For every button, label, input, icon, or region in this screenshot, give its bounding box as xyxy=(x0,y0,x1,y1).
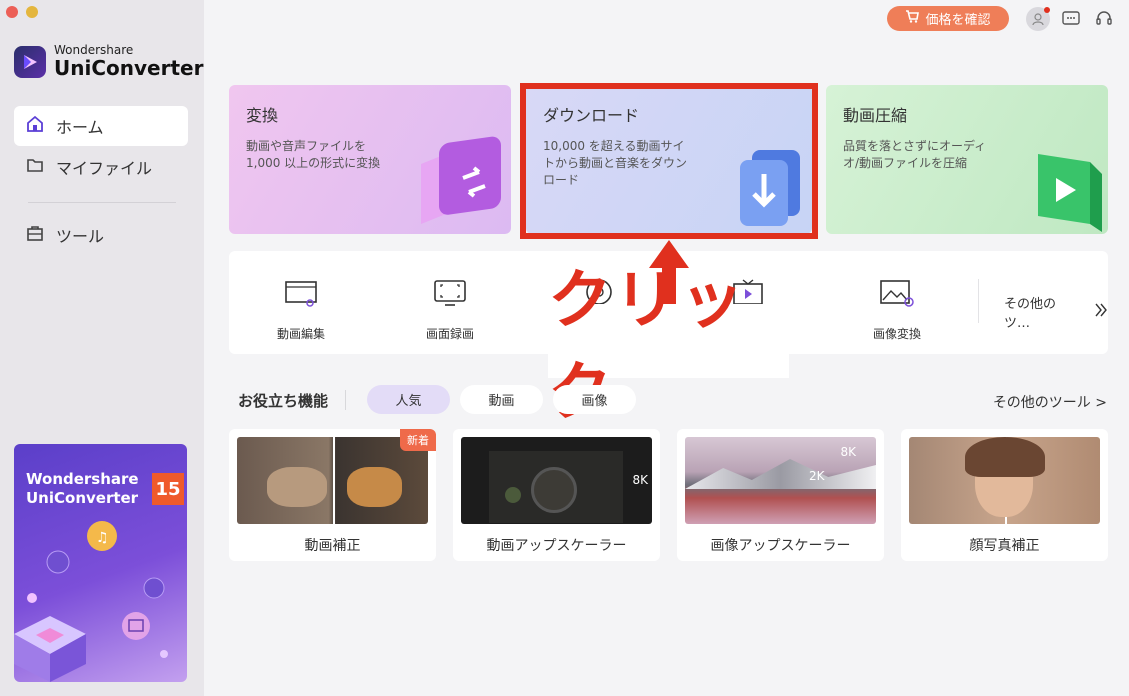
video-enhance-thumbnail xyxy=(237,437,428,524)
video-edit-icon xyxy=(251,273,351,313)
click-annotation: クリック xyxy=(548,264,789,430)
tile-label: 顔写真補正 xyxy=(969,538,1040,554)
card-title: 動画圧縮 xyxy=(843,106,908,125)
upgrade-promo-banner[interactable]: Wondershare UniConverter 15 ♫ xyxy=(14,444,187,682)
headset-icon[interactable] xyxy=(1092,7,1116,31)
sidebar-item-label: マイファイル xyxy=(56,159,153,178)
convert-icon xyxy=(421,136,501,224)
tab-video[interactable]: 動画 xyxy=(460,385,543,414)
tab-image[interactable]: 画像 xyxy=(553,385,636,414)
version-badge: 15 xyxy=(152,473,184,505)
tile-face-enhance[interactable]: 顔写真補正 xyxy=(901,429,1108,561)
tool-screen-record[interactable]: 画面録画 xyxy=(400,273,500,342)
convert-card[interactable]: 変換 動画や音声ファイルを 1,000 以上の形式に変換 xyxy=(229,85,511,234)
promo-illustration: ♫ xyxy=(14,521,168,682)
card-description: 動画や音声ファイルを 1,000 以上の形式に変換 xyxy=(246,139,381,170)
new-badge: 新着 xyxy=(400,429,436,451)
sidebar-item-my-files[interactable]: マイファイル xyxy=(14,147,188,187)
card-description: 品質を落とさずにオーディ オ/動画ファイルを圧縮 xyxy=(843,139,987,170)
resolution-label: 8K xyxy=(632,473,648,487)
face-enhance-thumbnail xyxy=(909,437,1100,524)
tool-label: 画像変換 xyxy=(872,327,921,341)
window-controls xyxy=(6,6,38,18)
sidebar: Wondershare UniConverter ホーム マイファイル ツール … xyxy=(0,0,204,696)
section-divider xyxy=(345,390,346,410)
tile-image-upscaler[interactable]: 8K 2K 画像アップスケーラー xyxy=(677,429,884,561)
price-button-label: 価格を確認 xyxy=(925,13,991,28)
tools-divider xyxy=(978,279,979,323)
card-title: 変換 xyxy=(246,106,279,125)
tab-popular[interactable]: 人気 xyxy=(367,385,450,414)
toolbox-icon xyxy=(26,224,44,246)
more-tools-label: その他のツ… xyxy=(1004,297,1057,331)
screen-record-icon xyxy=(400,273,500,313)
notification-dot xyxy=(1044,7,1050,13)
svg-text:♫: ♫ xyxy=(96,530,109,546)
minimize-window-button[interactable] xyxy=(26,6,38,18)
app-logo: Wondershare UniConverter xyxy=(14,44,203,79)
double-chevron-right-icon xyxy=(1094,302,1108,322)
check-price-button[interactable]: 価格を確認 xyxy=(887,6,1009,31)
sidebar-item-label: ツール xyxy=(56,227,105,246)
tile-label: 画像アップスケーラー xyxy=(710,538,851,554)
more-tools-link[interactable]: その他のツ… xyxy=(1004,293,1108,331)
close-window-button[interactable] xyxy=(6,6,18,18)
video-upscaler-thumbnail: 8K xyxy=(461,437,652,524)
sidebar-item-home[interactable]: ホーム xyxy=(14,106,188,146)
section-title: お役立ち機能 xyxy=(238,392,329,410)
image-convert-icon xyxy=(847,273,947,313)
resolution-label-2k: 2K xyxy=(809,469,825,483)
home-icon xyxy=(26,115,44,137)
tile-label: 動画補正 xyxy=(304,538,361,554)
download-card-highlight xyxy=(520,83,818,239)
tile-label: 動画アップスケーラー xyxy=(486,538,627,554)
user-icon[interactable] xyxy=(1026,7,1050,31)
promo-title-line1: Wondershare xyxy=(26,470,139,488)
tool-image-convert[interactable]: 画像変換 xyxy=(847,273,947,342)
tool-label: 動画編集 xyxy=(276,327,325,341)
tool-video-edit[interactable]: 動画編集 xyxy=(251,273,351,342)
folder-icon xyxy=(26,156,44,178)
compress-icon xyxy=(1038,154,1102,232)
resolution-label-8k: 8K xyxy=(840,445,856,459)
brand-name: UniConverter xyxy=(54,56,204,80)
uniconverter-logo-icon xyxy=(14,45,46,78)
cart-icon xyxy=(905,10,920,27)
sidebar-item-label: ホーム xyxy=(56,118,104,137)
compress-card[interactable]: 動画圧縮 品質を落とさずにオーディ オ/動画ファイルを圧縮 xyxy=(826,85,1108,234)
more-tools-section-link[interactable]: その他のツール > xyxy=(993,392,1107,412)
tile-video-enhance[interactable]: 新着 動画補正 xyxy=(229,429,436,561)
image-upscaler-thumbnail: 8K 2K xyxy=(685,437,876,524)
sidebar-item-tools[interactable]: ツール xyxy=(14,215,188,255)
tile-video-upscaler[interactable]: 8K 動画アップスケーラー xyxy=(453,429,660,561)
sidebar-divider xyxy=(28,202,176,203)
tool-label: 画面録画 xyxy=(425,327,474,341)
message-icon[interactable] xyxy=(1059,7,1083,31)
promo-title: Wondershare UniConverter xyxy=(26,470,139,508)
